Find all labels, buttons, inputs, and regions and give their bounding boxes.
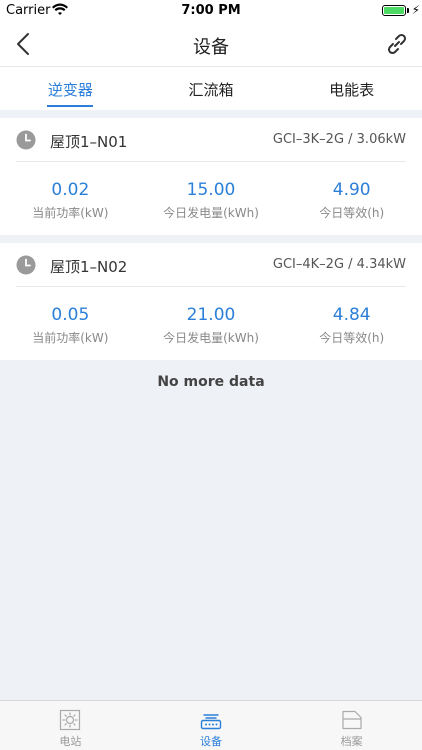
tabbar-item-devices[interactable]: 设备 <box>141 701 282 750</box>
device-card[interactable]: 屋顶1–N02 GCI–4K–2G / 4.34kW 0.05 当前功率(kW)… <box>0 243 422 360</box>
stat-today-equivalent-hours: 4.84 今日等效(h) <box>281 305 422 346</box>
stat-current-power: 0.05 当前功率(kW) <box>0 305 141 346</box>
device-name: 屋顶1–N01 <box>50 133 128 151</box>
device-card[interactable]: 屋顶1–N01 GCI–3K–2G / 3.06kW 0.02 当前功率(kW)… <box>0 118 422 235</box>
tabbar-label: 档案 <box>340 735 363 748</box>
stat-current-power: 0.02 当前功率(kW) <box>0 180 141 221</box>
stat-label: 今日等效(h) <box>319 331 385 345</box>
clock-icon <box>16 255 36 275</box>
stat-label: 今日等效(h) <box>319 206 385 220</box>
device-card-header: 屋顶1–N02 GCI–4K–2G / 4.34kW <box>16 243 406 287</box>
stat-label: 当前功率(kW) <box>32 331 109 345</box>
folder-icon <box>342 710 362 730</box>
device-type-tabs: 逆变器 汇流箱 电能表 <box>0 66 422 110</box>
device-model: GCI–3K–2G / 3.06kW <box>272 132 406 147</box>
stat-value: 15.00 <box>186 180 236 200</box>
status-bar: Carrier 7:00 PM ⚡ <box>0 0 422 22</box>
device-model: GCI–4K–2G / 4.34kW <box>272 257 406 272</box>
stat-label: 当前功率(kW) <box>32 206 109 220</box>
tabbar-item-station[interactable]: 电站 <box>0 701 141 750</box>
device-name: 屋顶1–N02 <box>50 258 128 276</box>
battery-tip <box>407 8 409 13</box>
tab-combiner-box[interactable]: 汇流箱 <box>141 67 282 110</box>
sun-icon <box>60 709 81 731</box>
stat-label: 今日发电量(kWh) <box>163 331 259 345</box>
battery-icon <box>382 5 406 16</box>
list-end-message: No more data <box>157 374 265 390</box>
stat-value: 0.05 <box>51 305 90 325</box>
device-list: 屋顶1–N01 GCI–3K–2G / 3.06kW 0.02 当前功率(kW)… <box>0 118 422 368</box>
clock-time: 7:00 PM <box>181 3 241 18</box>
stat-today-yield: 21.00 今日发电量(kWh) <box>141 305 282 346</box>
stat-value: 4.84 <box>332 305 371 325</box>
link-icon[interactable] <box>384 31 410 57</box>
device-stats: 0.05 当前功率(kW) 21.00 今日发电量(kWh) 4.84 今日等效… <box>0 287 422 346</box>
device-card-header: 屋顶1–N01 GCI–3K–2G / 3.06kW <box>16 118 406 162</box>
bottom-tab-bar: 电站 设备 档案 <box>0 700 422 750</box>
stat-today-yield: 15.00 今日发电量(kWh) <box>141 180 282 221</box>
nav-bar: 设备 <box>0 22 422 66</box>
tabbar-label: 电站 <box>59 735 82 748</box>
stat-value: 21.00 <box>186 305 236 325</box>
page-title: 设备 <box>193 37 229 58</box>
charging-bolt-icon: ⚡ <box>411 3 420 17</box>
tab-energy-meter[interactable]: 电能表 <box>281 67 422 110</box>
tabbar-label: 设备 <box>200 735 222 748</box>
device-stats: 0.02 当前功率(kW) 15.00 今日发电量(kWh) 4.90 今日等效… <box>0 162 422 221</box>
clock-icon <box>16 130 36 150</box>
tab-inverter[interactable]: 逆变器 <box>0 67 141 110</box>
tabbar-item-archive[interactable]: 档案 <box>281 701 422 750</box>
stat-value: 0.02 <box>51 180 90 200</box>
device-icon <box>200 714 222 730</box>
stat-value: 4.90 <box>332 180 371 200</box>
stat-label: 今日发电量(kWh) <box>163 206 259 220</box>
stat-today-equivalent-hours: 4.90 今日等效(h) <box>281 180 422 221</box>
